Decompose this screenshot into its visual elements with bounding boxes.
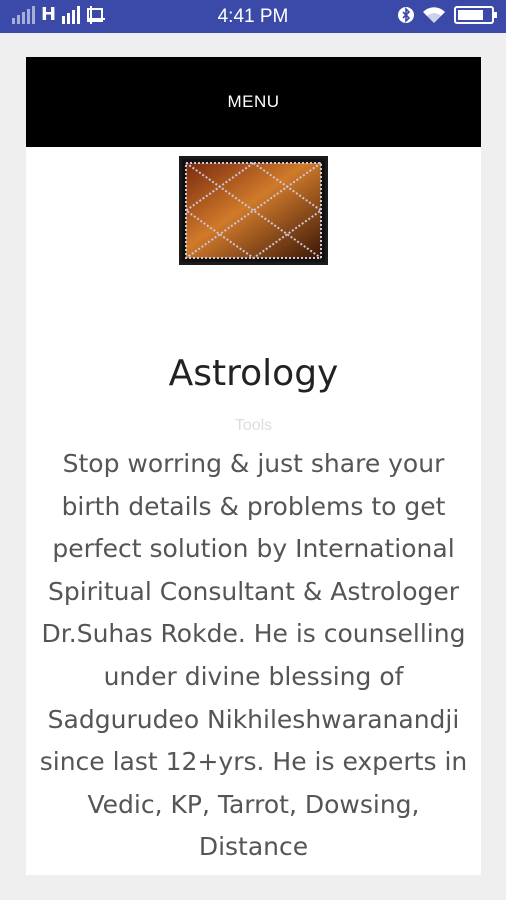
menu-button[interactable]: MENU [26,57,481,147]
status-right-icons [398,6,497,24]
battery-level [458,10,483,20]
bluetooth-icon [398,7,414,23]
description-text: Stop worring & just share your birth det… [39,449,468,862]
battery-icon [454,6,497,24]
wifi-icon [423,7,445,23]
page-title: Astrology [168,353,339,394]
page-subtitle: Tools [234,417,273,434]
menu-label: MENU [227,92,280,111]
page-card: MENU Astrology Tools Stop worring & just… [26,57,481,875]
status-bar: H 4:41 PM [0,0,506,33]
logo-image [184,161,323,260]
astrology-chart-icon [179,156,328,265]
